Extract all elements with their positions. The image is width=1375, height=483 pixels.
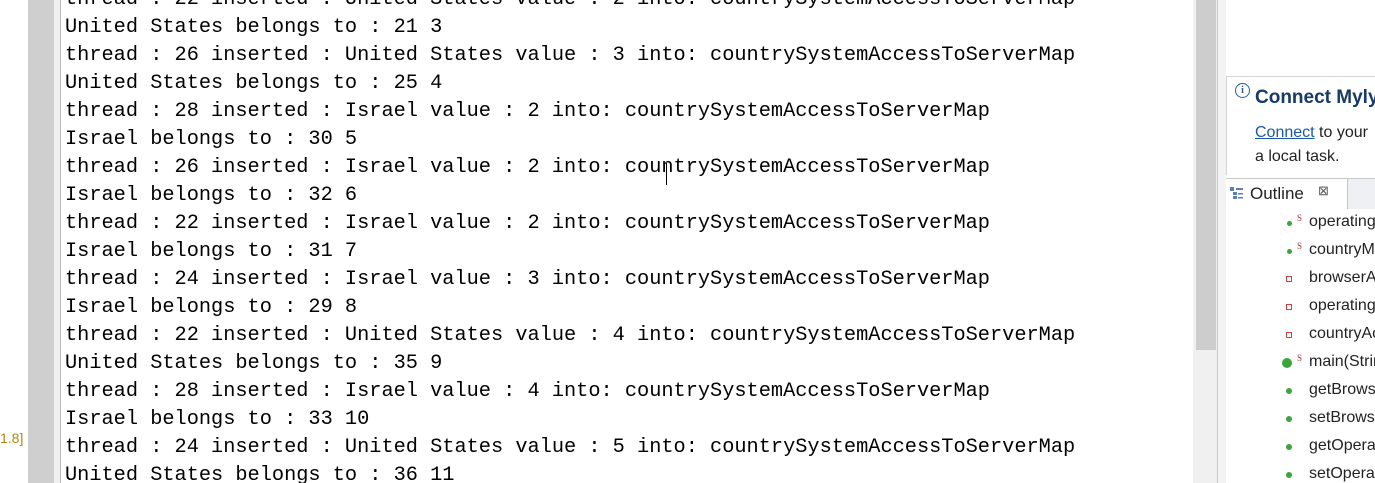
tab-outline[interactable]: Outline ⊠ — [1226, 179, 1348, 209]
connect-link[interactable]: Connect — [1255, 124, 1315, 141]
console-output[interactable]: thread : 22 inserted : United States val… — [61, 0, 1193, 483]
panel-divider[interactable] — [54, 0, 61, 483]
outline-item[interactable]: Smain(String[]) — [1226, 349, 1375, 377]
console-line: United States belongs to : 21 3 — [65, 16, 443, 39]
console-line: thread : 28 inserted : Israel value : 4 … — [65, 380, 990, 403]
outline-item-label: getBrowser() — [1309, 381, 1375, 398]
outline-item-label: countryMap — [1309, 241, 1375, 258]
console-line: Israel belongs to : 30 5 — [65, 128, 358, 151]
outline-item[interactable]: countryAccess — [1226, 321, 1375, 349]
mylyn-desc-line2: a local task. — [1255, 148, 1340, 165]
outline-item-label: main(String[]) — [1309, 353, 1375, 370]
outline-item-label: setOperating() — [1309, 465, 1375, 482]
mylyn-desc-rest: to your — [1314, 124, 1368, 141]
outline-item[interactable]: ScountryMap — [1226, 237, 1375, 265]
console-line: thread : 24 inserted : Israel value : 3 … — [65, 268, 990, 291]
console-scrollbar-thumb[interactable] — [1196, 0, 1216, 350]
private-field-icon — [1286, 304, 1292, 310]
console-line: thread : 26 inserted : Israel value : 2 … — [65, 156, 990, 179]
close-icon[interactable]: ⊠ — [1318, 183, 1329, 199]
connect-mylyn-panel: i Connect Mylyn Connect to your a local … — [1226, 76, 1375, 175]
console-line: Israel belongs to : 33 10 — [65, 408, 370, 431]
public-method-icon — [1286, 388, 1292, 394]
outline-item-label: setBrowser() — [1309, 409, 1375, 426]
public-method-icon — [1286, 444, 1292, 450]
console-line: thread : 24 inserted : United States val… — [65, 436, 1076, 459]
console-line: Israel belongs to : 32 6 — [65, 184, 358, 207]
outline-item[interactable]: setBrowser() — [1226, 405, 1375, 433]
left-panel-scrollbar[interactable] — [28, 0, 54, 483]
main-method-icon — [1282, 358, 1292, 368]
private-field-icon — [1286, 276, 1292, 282]
console-line: thread : 28 inserted : Israel value : 2 … — [65, 100, 990, 123]
console-line: United States belongs to : 36 11 — [65, 464, 455, 483]
outline-item-label: operatingSystem — [1309, 213, 1375, 230]
public-method-icon — [1286, 472, 1292, 478]
static-field-icon — [1287, 221, 1292, 226]
console-lines: thread : 22 inserted : United States val… — [65, 0, 1075, 483]
console-line: Israel belongs to : 29 8 — [65, 296, 358, 319]
outline-item-label: operatingAccess — [1309, 297, 1375, 314]
console-line: thread : 22 inserted : United States val… — [65, 0, 1075, 14]
static-field-icon — [1287, 249, 1292, 254]
public-method-icon — [1286, 416, 1292, 422]
console-line: Israel belongs to : 31 7 — [65, 240, 358, 263]
outline-view-icon — [1230, 187, 1243, 199]
text-caret — [666, 163, 667, 185]
package-explorer-edge: 1.8] — [0, 0, 28, 483]
outline-item[interactable]: SoperatingSystem — [1226, 209, 1375, 237]
outline-item-label: getOperating() — [1309, 437, 1375, 454]
console-line: United States belongs to : 35 9 — [65, 352, 443, 375]
outline-item-label: browserAccess — [1309, 269, 1375, 286]
panel-divider-right[interactable] — [1217, 0, 1226, 483]
outline-item[interactable]: getBrowser() — [1226, 377, 1375, 405]
outline-item[interactable]: browserAccess — [1226, 265, 1375, 293]
outline-item[interactable]: operatingAccess — [1226, 293, 1375, 321]
static-marker-icon: S — [1297, 353, 1303, 363]
static-marker-icon: S — [1297, 213, 1303, 223]
outline-item[interactable]: setOperating() — [1226, 461, 1375, 483]
outline-tab-bar: Outline ⊠ — [1226, 178, 1375, 210]
mylyn-description: Connect to your a local task. — [1255, 121, 1368, 169]
private-field-icon — [1286, 332, 1292, 338]
outline-item[interactable]: getOperating() — [1226, 433, 1375, 461]
static-marker-icon: S — [1297, 241, 1303, 251]
console-line: thread : 26 inserted : United States val… — [65, 44, 1076, 67]
console-line: thread : 22 inserted : United States val… — [65, 324, 1076, 347]
mylyn-title: Connect Mylyn — [1255, 87, 1375, 108]
jre-version-fragment: 1.8] — [0, 430, 24, 446]
console-line: United States belongs to : 25 4 — [65, 72, 443, 95]
outline-item-label: countryAccess — [1309, 325, 1375, 342]
console-line: thread : 22 inserted : Israel value : 2 … — [65, 212, 990, 235]
outline-tab-label: Outline — [1250, 184, 1304, 203]
outline-tree: SoperatingSystemScountryMapbrowserAccess… — [1226, 209, 1375, 483]
info-icon: i — [1235, 83, 1250, 98]
